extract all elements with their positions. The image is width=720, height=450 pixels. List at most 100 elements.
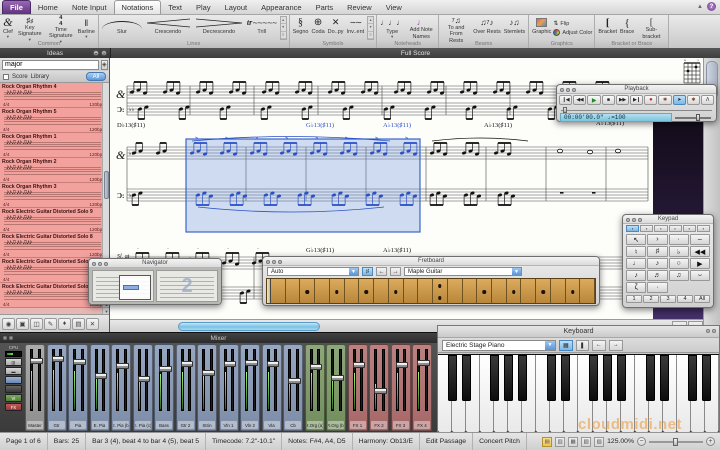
keypad-key-flat[interactable]: ♭ (669, 246, 689, 257)
fader-handle[interactable] (224, 361, 237, 367)
keypad-key-eighth-note-2[interactable]: ♪ (626, 270, 646, 281)
fretboard-display[interactable] (266, 278, 596, 304)
ribbon-tab-home[interactable]: Home (31, 0, 65, 14)
keyboard-size-button[interactable]: ▦ (559, 340, 573, 351)
show-meters-button[interactable]: ▥ (5, 358, 22, 366)
keypad-key-tie[interactable]: ⌣ (690, 270, 710, 281)
arrow-right-icon[interactable]: → (390, 267, 401, 276)
fader-handle[interactable] (116, 363, 129, 369)
idea-item[interactable]: Rock Electric Guitar Distorted Solo 8♪♪♫… (0, 233, 109, 258)
ribbon-item-clef[interactable]: &Clef▾ (2, 16, 14, 40)
scroll-down-icon[interactable]: ▼ (103, 307, 109, 314)
tempo-text-button[interactable]: Λ (701, 95, 714, 105)
ribbon-item-key-signature[interactable]: ♯♯Key Signature▾ (15, 16, 45, 40)
ribbon-item-segno[interactable]: §Segno (292, 16, 310, 40)
mixer-strip[interactable]: Strin (197, 344, 217, 431)
ribbon-item-to-and-from-rests[interactable]: 7♫To and From Rests (441, 16, 471, 40)
black-key[interactable] (702, 355, 711, 401)
ribbon-item-crescendo[interactable]: Crescendo (144, 16, 192, 40)
mixer-strip[interactable]: FX 2 (369, 344, 389, 431)
fader-handle[interactable] (310, 364, 323, 370)
fader-handle[interactable] (73, 359, 86, 365)
keypad-key-cursor[interactable]: ↖ (626, 234, 646, 245)
fader-handle[interactable] (138, 376, 151, 382)
fader-handle[interactable] (396, 362, 409, 368)
ribbon-item-slur[interactable]: Slur (101, 16, 143, 40)
ribbon-item-time-signature[interactable]: 44Time Signature▾ (46, 16, 76, 40)
keypad-key-sharp[interactable]: ♯ (647, 246, 667, 257)
score-tab[interactable]: Full Score (110, 48, 720, 58)
keypad-tab-more-notes[interactable]: ▪ (640, 225, 653, 232)
fader-handle[interactable] (95, 373, 108, 379)
black-key[interactable] (547, 355, 556, 401)
mixer-strip[interactable]: FX 3 (391, 344, 411, 431)
keypad-voice-1[interactable]: 1 (626, 295, 642, 303)
keypad-key-accent[interactable]: › (647, 234, 667, 245)
keypad-tab-beams[interactable]: ▪ (654, 225, 667, 232)
ribbon-item-flip[interactable]: ⇅Flip (553, 20, 592, 27)
playback-timeline[interactable] (561, 106, 712, 111)
mixer-strip[interactable]: Gtr 2 (176, 344, 196, 431)
fader-handle[interactable] (159, 366, 172, 372)
black-key[interactable] (504, 355, 513, 401)
fader-handle[interactable] (181, 361, 194, 367)
view-full-page-icon[interactable]: ▥ (555, 437, 565, 447)
show-virtual-instruments-button[interactable]: VI (5, 394, 22, 402)
ribbon-item-graphic[interactable]: Graphic (531, 16, 552, 40)
view-pan-icon[interactable]: ▤ (542, 437, 552, 447)
keypad-key-natural[interactable]: ♮ (626, 246, 646, 257)
idea-item[interactable]: Rock Organ Rhythm 4♪♪♫ ♪♪ ♫♪♪4/4120bpm (0, 83, 109, 108)
fretboard-instrument-dropdown[interactable]: Maple Guitar ▼ (404, 267, 522, 276)
mixer-strip[interactable]: Pia (68, 344, 88, 431)
idea-item[interactable]: Rock Electric Guitar Distorted Solo 9♪♪♫… (0, 208, 109, 233)
ribbon-item-stemlets[interactable]: ♪♫Stemlets (503, 16, 526, 40)
fader-handle[interactable] (353, 362, 366, 368)
gallery-scroll[interactable]: ▴▾≡ (280, 16, 287, 40)
black-key[interactable] (660, 355, 669, 401)
fretboard-titlebar[interactable]: Fretboard (263, 257, 599, 266)
fader-handle[interactable] (288, 378, 301, 384)
ribbon-item-adjust-color[interactable]: Adjust Color (553, 29, 592, 36)
keypad-key-quarter-note[interactable]: ♩ (626, 258, 646, 269)
mixer-strip[interactable]: E. Pia (c) (133, 344, 153, 431)
help-icon[interactable]: ? (707, 2, 716, 11)
ribbon-item-trill[interactable]: tr∼∼∼∼∼Trill (246, 16, 278, 40)
keypad-key-sixteenth-note[interactable]: ♬ (647, 270, 667, 281)
keypad-key-whole-note[interactable]: ○ (669, 258, 689, 269)
gallery-scroll[interactable]: ▴▾≡ (367, 16, 374, 40)
keyboard-instrument-dropdown[interactable]: Electric Stage Piano ▼ (442, 340, 556, 351)
black-key[interactable] (518, 355, 527, 401)
library-button[interactable]: ▤ (72, 318, 85, 330)
fretboard-mode-dropdown[interactable]: Auto ▼ (267, 267, 359, 276)
hscroll-thumb[interactable] (178, 322, 320, 331)
idea-item[interactable]: Rock Organ Rhythm 3♪♪♫ ♪♪ ♫♪♪4/4120bpm (0, 183, 109, 208)
keypad-titlebar[interactable]: Keypad (623, 215, 713, 224)
keypad-key-rest[interactable]: ζ (626, 282, 646, 293)
fader-handle[interactable] (202, 370, 215, 376)
ribbon-item-brace[interactable]: {Brace (619, 16, 635, 40)
qwerty-input-button[interactable]: ❚ (576, 340, 589, 351)
zoom-out-icon[interactable]: − (637, 437, 646, 446)
black-key[interactable] (603, 355, 612, 401)
navigator-titlebar[interactable]: Navigator (89, 259, 221, 268)
keypad-key-beamed-notes[interactable]: ♫ (669, 270, 689, 281)
mixer-strip[interactable]: Master (25, 344, 45, 431)
ribbon-tab-notations[interactable]: Notations (114, 0, 162, 14)
score-checkbox[interactable] (3, 74, 9, 80)
ribbon-tab-layout[interactable]: Layout (218, 0, 255, 14)
status-segment-6[interactable]: Edit Passage (420, 433, 473, 450)
ribbon-item-do-py[interactable]: ✕Do..py (327, 16, 345, 40)
ribbon-item-barline[interactable]: ‖Barline▾ (77, 16, 96, 40)
record-button[interactable]: ● (644, 95, 657, 105)
fast-forward-button[interactable]: ▶▶ (616, 95, 629, 105)
navigator-page-1[interactable] (92, 270, 154, 302)
delete-idea-button[interactable]: ✕ (86, 318, 99, 330)
mixer-titlebar[interactable]: Mixer (0, 333, 437, 343)
octave-right-icon[interactable]: → (609, 340, 623, 351)
edit-idea-button[interactable]: ✎ (44, 318, 57, 330)
go-to-start-button[interactable]: ❙◀ (559, 95, 572, 105)
idea-item[interactable]: Rock Organ Rhythm 5♪♪♫ ♪♪ ♫♪♪4/4120bpm (0, 108, 109, 133)
navigator-viewport[interactable] (119, 275, 151, 300)
ideas-panel-header[interactable]: Ideas ▾ ✕ (0, 48, 110, 58)
show-staves-button[interactable] (5, 376, 22, 384)
